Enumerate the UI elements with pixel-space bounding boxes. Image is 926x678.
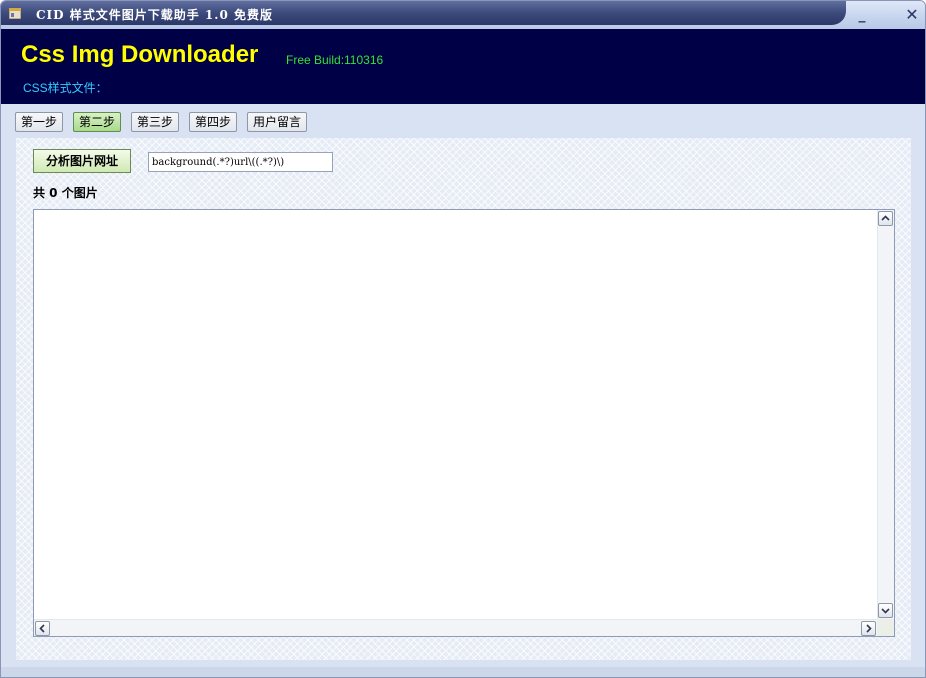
close-button[interactable]: ✕ xyxy=(901,5,923,25)
image-list[interactable] xyxy=(33,209,895,637)
horizontal-scrollbar[interactable] xyxy=(34,619,877,636)
window-title: CID 样式文件图片下载助手 1.0 免费版 xyxy=(36,8,273,22)
step-2-button[interactable]: 第二步 xyxy=(73,112,121,132)
scroll-down-button[interactable] xyxy=(878,603,893,618)
step-3-button[interactable]: 第三步 xyxy=(131,112,179,132)
analyze-image-urls-button[interactable]: 分析图片网址 xyxy=(33,149,131,173)
css-file-label: CSS样式文件： xyxy=(23,81,108,95)
window-bottom-edge xyxy=(1,667,925,677)
header-banner: Css Img Downloader Free Build:110316 CSS… xyxy=(1,29,925,104)
scrollbar-corner xyxy=(877,619,894,636)
title-bar[interactable]: CID 样式文件图片下载助手 1.0 免费版 _ ✕ xyxy=(1,1,925,29)
scroll-right-button[interactable] xyxy=(861,621,876,636)
app-window-icon xyxy=(9,8,21,19)
regex-input[interactable] xyxy=(148,152,333,172)
image-count-label: 共 0 个图片 xyxy=(33,186,98,200)
arrow-left-icon xyxy=(39,624,45,633)
scroll-up-button[interactable] xyxy=(878,211,893,226)
arrow-right-icon xyxy=(866,624,872,633)
step-1-button[interactable]: 第一步 xyxy=(15,112,63,132)
arrow-up-icon xyxy=(881,215,890,221)
arrow-down-icon xyxy=(881,608,890,614)
build-label: Free Build:110316 xyxy=(286,53,384,67)
app-name: Css Img Downloader xyxy=(21,41,259,68)
scroll-left-button[interactable] xyxy=(35,621,50,636)
user-feedback-button[interactable]: 用户留言 xyxy=(247,112,307,132)
minimize-button[interactable]: _ xyxy=(851,5,873,25)
app-window: CID 样式文件图片下载助手 1.0 免费版 _ ✕ Css Img Downl… xyxy=(0,0,926,678)
step-4-button[interactable]: 第四步 xyxy=(189,112,237,132)
vertical-scrollbar[interactable] xyxy=(877,210,894,619)
title-bar-tab: CID 样式文件图片下载助手 1.0 免费版 xyxy=(1,1,846,25)
